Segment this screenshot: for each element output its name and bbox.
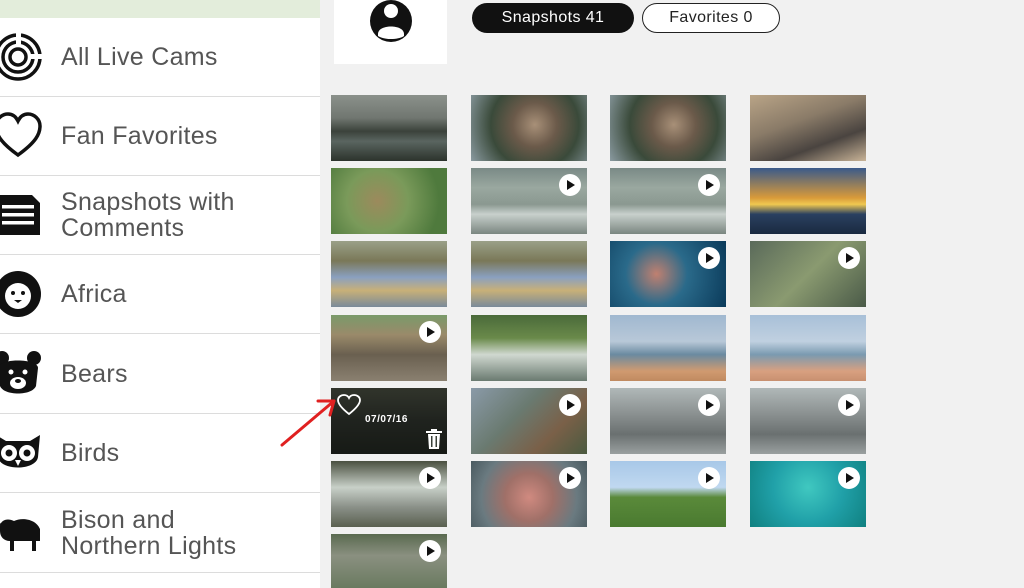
snapshot-thumbnail-hovered[interactable]: 07/07/16 — [331, 388, 447, 454]
snapshot-thumbnail[interactable] — [471, 388, 587, 454]
play-icon — [698, 467, 720, 489]
snapshot-thumbnail[interactable] — [610, 168, 726, 234]
comment-list-icon — [0, 195, 40, 235]
play-icon — [698, 394, 720, 416]
sidebar-item-label: Fan Favorites — [61, 122, 218, 150]
play-icon — [559, 394, 581, 416]
snapshot-thumbnail[interactable] — [331, 315, 447, 381]
tab-favorites[interactable]: Favorites 0 — [642, 3, 780, 33]
sidebar-item-birds[interactable]: Birds — [0, 414, 320, 493]
snapshot-thumbnail[interactable] — [610, 461, 726, 527]
sidebar-item-bears[interactable]: Bears — [0, 335, 320, 414]
tab-snapshots[interactable]: Snapshots 41 — [472, 3, 634, 33]
snapshot-thumbnail[interactable] — [471, 241, 587, 307]
snapshot-thumbnail[interactable] — [610, 95, 726, 161]
sidebar-item-snapshots-with-comments[interactable]: Snapshots with Comments — [0, 176, 320, 255]
snapshot-thumbnail[interactable] — [750, 95, 866, 161]
sidebar-item-africa[interactable]: Africa — [0, 255, 320, 334]
snapshot-thumbnail[interactable] — [331, 534, 447, 588]
sidebar-item-label: Birds — [61, 439, 120, 467]
trash-icon[interactable] — [426, 429, 442, 449]
play-icon — [698, 247, 720, 269]
snapshot-date: 07/07/16 — [365, 414, 408, 425]
snapshot-thumbnail[interactable] — [471, 315, 587, 381]
sidebar-item-all-live-cams[interactable]: All Live Cams — [0, 18, 320, 97]
annotation-arrow-icon — [280, 399, 336, 447]
snapshots-panel: Snapshots 41 Favorites 0 07/07/16 — [320, 0, 1024, 588]
snapshot-thumbnail[interactable] — [471, 95, 587, 161]
sidebar-item-bison-northern-lights[interactable]: Bison and Northern Lights — [0, 494, 320, 573]
snapshot-thumbnail[interactable] — [471, 461, 587, 527]
play-icon — [838, 247, 860, 269]
snapshot-thumbnail[interactable] — [750, 388, 866, 454]
play-icon — [419, 467, 441, 489]
sidebar-item-label: Africa — [61, 280, 127, 308]
owl-icon — [0, 435, 40, 468]
sidebar-item-label: Bison and Northern Lights — [61, 506, 237, 560]
lion-icon — [0, 271, 41, 317]
play-icon — [838, 467, 860, 489]
snapshot-thumbnail[interactable] — [610, 315, 726, 381]
bison-icon — [0, 519, 40, 551]
play-icon — [698, 174, 720, 196]
snapshot-thumbnail[interactable] — [610, 388, 726, 454]
snapshot-thumbnail[interactable] — [750, 168, 866, 234]
play-icon — [559, 174, 581, 196]
profile-avatar[interactable] — [334, 0, 447, 64]
snapshot-thumbnail[interactable] — [331, 241, 447, 307]
sidebar-item-fan-favorites[interactable]: Fan Favorites — [0, 97, 320, 176]
heart-icon — [0, 112, 42, 158]
snapshot-thumbnail[interactable] — [471, 168, 587, 234]
snapshot-thumbnail[interactable] — [750, 315, 866, 381]
sidebar-item-label: All Live Cams — [61, 43, 218, 71]
sidebar-item-label: Bears — [61, 360, 128, 388]
user-icon — [370, 0, 412, 42]
sidebar-nav: All Live Cams Fan Favorites Snapshots wi… — [0, 0, 320, 588]
snapshot-thumbnail[interactable] — [610, 241, 726, 307]
snapshot-thumbnail[interactable] — [331, 168, 447, 234]
snapshot-thumbnail[interactable] — [331, 461, 447, 527]
snapshot-thumbnail[interactable] — [750, 241, 866, 307]
play-icon — [419, 540, 441, 562]
sidebar-item-label: Snapshots with Comments — [61, 188, 235, 242]
sidebar-item-selected[interactable] — [0, 0, 320, 18]
bear-icon — [0, 351, 41, 394]
play-icon — [419, 321, 441, 343]
snapshot-thumbnail[interactable] — [331, 95, 447, 161]
snapshot-thumbnail[interactable] — [750, 461, 866, 527]
maze-icon — [0, 33, 42, 81]
play-icon — [838, 394, 860, 416]
play-icon — [559, 467, 581, 489]
